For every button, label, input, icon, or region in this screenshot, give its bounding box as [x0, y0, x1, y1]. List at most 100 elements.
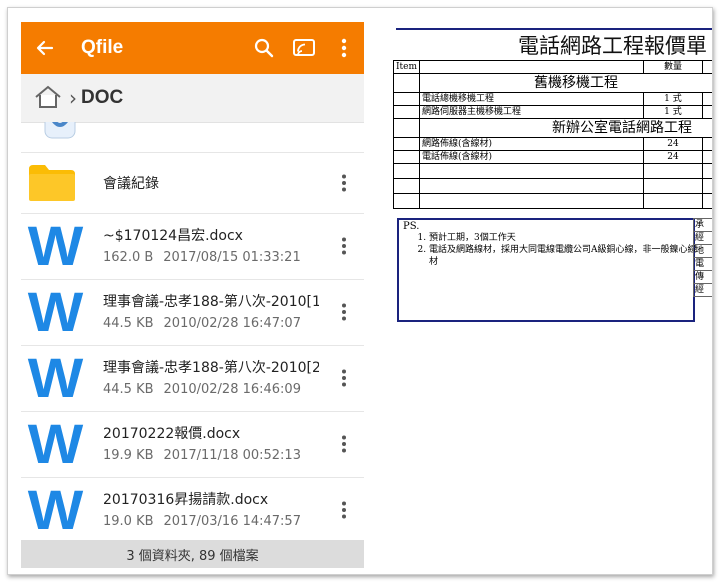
- header-item: Item: [392, 60, 421, 74]
- document-preview: 電話網路工程報價單 Item 數量 舊機移機工程 電話總機移機工程 1 式 網路…: [376, 22, 712, 568]
- file-size: 44.5 KB: [103, 316, 154, 331]
- file-size: 44.5 KB: [103, 382, 154, 397]
- empty-row: [392, 193, 712, 209]
- list-item-name: 會議紀錄: [103, 176, 159, 192]
- row-qty: 1 式: [642, 105, 704, 119]
- ps-notes-list: 預計工期，3個工作天 電話及網路線材，採用大同電線電纜公司A級銅心線，非一般鎳心…: [415, 232, 699, 268]
- list-item-meta: 19.9 KB 2017/11/18 00:52:13: [103, 448, 301, 463]
- section-row: 舊機移機工程: [392, 73, 712, 93]
- back-arrow-icon: [36, 40, 54, 56]
- table-row: 網路佈線(含線材) 24: [392, 137, 712, 151]
- screenshot-frame: Qfile › DOC 會議紀錄 W ~$170124昌宏.docx 162.0…: [7, 7, 713, 575]
- word-doc-icon: W: [27, 280, 83, 343]
- breadcrumb-current[interactable]: DOC: [81, 87, 123, 109]
- file-list: 會議紀錄 W ~$170124昌宏.docx 162.0 B 2017/08/15…: [21, 122, 364, 540]
- app-title: Qfile: [81, 37, 124, 58]
- side-label: 經: [693, 231, 712, 245]
- row-name: 網路佈線(含線材): [419, 137, 644, 151]
- document-title: 電話網路工程報價單: [518, 34, 707, 58]
- table-row: 電話總機移機工程 1 式: [392, 92, 712, 106]
- file-size: 162.0 B: [103, 250, 154, 265]
- list-item-meta: 44.5 KB 2010/02/28 16:47:07: [103, 316, 301, 331]
- chevron-right-icon: ›: [69, 86, 77, 110]
- back-button[interactable]: [21, 22, 69, 74]
- file-date: 2010/02/28 16:47:07: [163, 316, 301, 331]
- table-row: 網路伺服器主機移機工程 1 式: [392, 105, 712, 119]
- list-item-meta: 19.0 KB 2017/03/16 14:47:57: [103, 514, 301, 529]
- app-bar: Qfile: [21, 22, 364, 74]
- list-item[interactable]: 會議紀錄: [21, 152, 364, 214]
- list-item-name: 20170222報價.docx: [103, 426, 241, 442]
- list-item[interactable]: W 理事會議-忠孝188-第八次-2010[2] 44.5 KB 2010/02/…: [21, 345, 364, 412]
- item-more-button[interactable]: [332, 297, 356, 327]
- search-button[interactable]: [244, 22, 284, 74]
- file-size: 19.0 KB: [103, 514, 154, 529]
- item-more-button[interactable]: [332, 495, 356, 525]
- list-item[interactable]: W 20170222報價.docx 19.9 KB 2017/11/18 00:5…: [21, 411, 364, 478]
- item-more-button[interactable]: [332, 429, 356, 459]
- section-row: 新辦公室電話網路工程: [392, 118, 712, 138]
- more-vert-icon: [342, 174, 346, 192]
- file-date: 2017/11/18 00:52:13: [163, 448, 301, 463]
- section-title: 舊機移機工程: [419, 73, 712, 93]
- row-name: 電話佈線(含線材): [419, 150, 644, 164]
- list-item-name: ~$170124昌宏.docx: [103, 228, 243, 244]
- side-label: 承: [693, 218, 712, 232]
- list-item-name: 理事會議-忠孝188-第八次-2010[1]: [103, 294, 319, 310]
- table-header-row: Item 數量: [392, 60, 712, 74]
- word-doc-icon: W: [27, 412, 83, 475]
- overflow-menu-button[interactable]: [324, 22, 364, 74]
- file-size: 19.9 KB: [103, 448, 154, 463]
- list-item-meta: 44.5 KB 2010/02/28 16:46:09: [103, 382, 301, 397]
- file-manager-app: Qfile › DOC 會議紀錄 W ~$170124昌宏.docx 162.0…: [21, 22, 364, 568]
- list-item-partial[interactable]: [21, 122, 364, 153]
- side-label: 傳: [693, 270, 712, 284]
- list-item[interactable]: W ~$170124昌宏.docx 162.0 B 2017/08/15 01:3…: [21, 213, 364, 280]
- row-qty: 1 式: [642, 92, 704, 106]
- list-item-name: 理事會議-忠孝188-第八次-2010[2]: [103, 360, 319, 376]
- more-vert-icon: [342, 303, 346, 321]
- list-item-meta: 162.0 B 2017/08/15 01:33:21: [103, 250, 301, 265]
- more-vert-icon: [342, 369, 346, 387]
- app-icon: [44, 122, 76, 139]
- side-label: 電: [693, 257, 712, 271]
- more-vert-icon: [342, 237, 346, 255]
- cast-button[interactable]: [284, 22, 324, 74]
- search-icon: [254, 38, 274, 58]
- signature-table: 承 經 地 電 傳 經: [693, 218, 712, 297]
- breadcrumb: › DOC: [21, 74, 364, 123]
- side-label: 地: [693, 244, 712, 258]
- file-date: 2017/08/15 01:33:21: [163, 250, 301, 265]
- more-vert-icon: [341, 38, 347, 58]
- section-title: 新辦公室電話網路工程: [419, 118, 712, 138]
- home-icon[interactable]: [33, 83, 63, 113]
- ps-label: PS.: [403, 221, 420, 232]
- folder-icon: [29, 165, 75, 201]
- ps-note: 電話及網路線材，採用大同電線電纜公司A級銅心線，非一般鎳心線材: [429, 244, 699, 268]
- side-label: 經: [693, 283, 712, 297]
- empty-row: [392, 163, 712, 179]
- row-qty: 24: [642, 137, 704, 151]
- empty-row: [392, 178, 712, 194]
- table-row: 電話佈線(含線材) 24: [392, 150, 712, 164]
- file-date: 2010/02/28 16:46:09: [163, 382, 301, 397]
- cast-icon: [293, 39, 315, 56]
- row-name: 電話總機移機工程: [419, 92, 644, 106]
- list-item-name: 20170316昇揚請款.docx: [103, 492, 269, 508]
- item-more-button[interactable]: [332, 231, 356, 261]
- header-qty: 數量: [642, 60, 704, 74]
- quote-table: Item 數量 舊機移機工程 電話總機移機工程 1 式 網路伺服器主機移機工程 …: [392, 60, 712, 209]
- more-vert-icon: [342, 435, 346, 453]
- word-doc-icon: W: [27, 214, 83, 277]
- item-more-button[interactable]: [332, 363, 356, 393]
- word-doc-icon: W: [27, 478, 83, 540]
- list-item[interactable]: W 20170316昇揚請款.docx 19.0 KB 2017/03/16 14…: [21, 477, 364, 540]
- word-doc-icon: W: [27, 346, 83, 409]
- list-item[interactable]: W 理事會議-忠孝188-第八次-2010[1] 44.5 KB 2010/02/…: [21, 279, 364, 346]
- item-more-button[interactable]: [332, 168, 356, 198]
- ps-notes-box: PS. 預計工期，3個工作天 電話及網路線材，採用大同電線電纜公司A級銅心線，非…: [397, 218, 697, 322]
- more-vert-icon: [342, 501, 346, 519]
- ps-note: 預計工期，3個工作天: [429, 232, 699, 244]
- file-date: 2017/03/16 14:47:57: [163, 514, 301, 529]
- row-qty: 24: [642, 150, 704, 164]
